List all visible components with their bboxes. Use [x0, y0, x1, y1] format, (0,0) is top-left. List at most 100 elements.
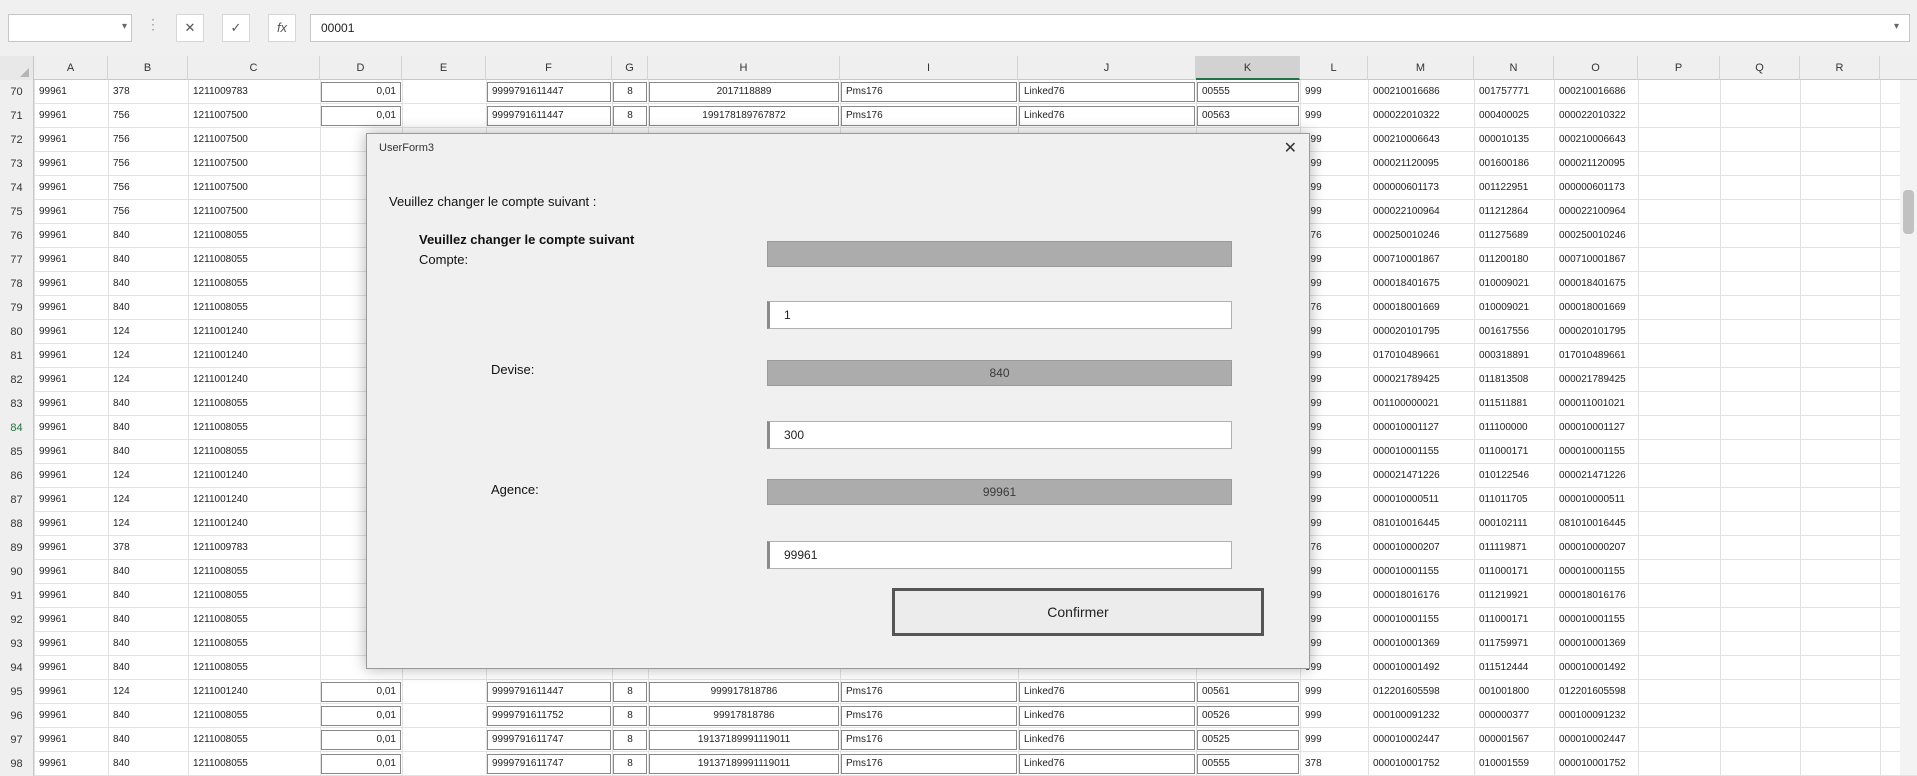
cell-i[interactable]: Pms176 [841, 730, 1017, 750]
cell-o[interactable]: 000250010246 [1555, 224, 1637, 248]
cell-m[interactable]: 000000601173 [1369, 176, 1473, 200]
column-header-c[interactable]: C [188, 56, 320, 80]
formula-input[interactable]: 00001 ▾ [310, 14, 1910, 42]
cell-c[interactable]: 1211008055 [189, 584, 319, 608]
cell-a[interactable]: 99961 [35, 728, 107, 752]
cell-n[interactable]: 000001567 [1475, 728, 1553, 752]
cell-a[interactable]: 99961 [35, 200, 107, 224]
cell-k[interactable]: 00555 [1197, 754, 1299, 774]
cell-b[interactable]: 840 [109, 584, 187, 608]
row-header[interactable]: 98 [0, 752, 34, 776]
column-header-n[interactable]: N [1474, 56, 1554, 80]
cell-m[interactable]: 000022100964 [1369, 200, 1473, 224]
cell-h[interactable]: 19137189991119011 [649, 730, 839, 750]
scrollbar-thumb[interactable] [1903, 190, 1914, 234]
cell-l[interactable]: 999 [1301, 248, 1367, 272]
cell-b[interactable]: 378 [109, 536, 187, 560]
cell-b[interactable]: 124 [109, 488, 187, 512]
chevron-down-icon[interactable]: ▾ [122, 21, 127, 32]
cell-d[interactable]: 0,01 [321, 706, 401, 726]
cell-l[interactable]: 999 [1301, 440, 1367, 464]
cell-c[interactable]: 1211008055 [189, 656, 319, 680]
cell-j[interactable]: Linked76 [1019, 754, 1195, 774]
cell-o[interactable]: 000710001867 [1555, 248, 1637, 272]
cell-i[interactable]: Pms176 [841, 754, 1017, 774]
cell-d[interactable]: 0,01 [321, 682, 401, 702]
cell-b[interactable]: 840 [109, 728, 187, 752]
cell-m[interactable]: 000010001155 [1369, 608, 1473, 632]
cell-b[interactable]: 124 [109, 512, 187, 536]
cell-c[interactable]: 1211001240 [189, 512, 319, 536]
cell-m[interactable]: 000022010322 [1369, 104, 1473, 128]
row-header[interactable]: 93 [0, 632, 34, 656]
cell-f[interactable]: 9999791611447 [487, 682, 611, 702]
cell-l[interactable]: 376 [1301, 224, 1367, 248]
cell-o[interactable]: 012201605598 [1555, 680, 1637, 704]
cell-i[interactable]: Pms176 [841, 682, 1017, 702]
cell-h[interactable]: 19137189991119011 [649, 754, 839, 774]
row-header[interactable]: 73 [0, 152, 34, 176]
cell-b[interactable]: 124 [109, 320, 187, 344]
row-header[interactable]: 71 [0, 104, 34, 128]
cell-f[interactable]: 9999791611447 [487, 106, 611, 126]
row-header[interactable]: 77 [0, 248, 34, 272]
vertical-scrollbar[interactable] [1900, 80, 1917, 775]
row-header[interactable]: 87 [0, 488, 34, 512]
column-header-h[interactable]: H [648, 56, 840, 80]
name-box[interactable]: ▾ [8, 14, 132, 42]
column-header-g[interactable]: G [612, 56, 648, 80]
cell-g[interactable]: 8 [613, 706, 647, 726]
cell-m[interactable]: 000018016176 [1369, 584, 1473, 608]
cell-j[interactable]: Linked76 [1019, 706, 1195, 726]
cell-a[interactable]: 99961 [35, 632, 107, 656]
row-header[interactable]: 91 [0, 584, 34, 608]
cell-n[interactable]: 011100000 [1475, 416, 1553, 440]
row-header[interactable]: 70 [0, 80, 34, 104]
cell-c[interactable]: 1211007500 [189, 152, 319, 176]
cell-b[interactable]: 756 [109, 152, 187, 176]
cell-a[interactable]: 99961 [35, 560, 107, 584]
cell-c[interactable]: 1211008055 [189, 632, 319, 656]
cell-n[interactable]: 001122951 [1475, 176, 1553, 200]
cell-l[interactable]: 376 [1301, 536, 1367, 560]
cell-n[interactable]: 011000171 [1475, 608, 1553, 632]
row-header[interactable]: 83 [0, 392, 34, 416]
row-header[interactable]: 75 [0, 200, 34, 224]
row-header[interactable]: 79 [0, 296, 34, 320]
cell-c[interactable]: 1211008055 [189, 440, 319, 464]
cell-m[interactable]: 000100091232 [1369, 704, 1473, 728]
column-header-i[interactable]: I [840, 56, 1018, 80]
cell-k[interactable]: 00526 [1197, 706, 1299, 726]
cell-m[interactable]: 000021471226 [1369, 464, 1473, 488]
cell-o[interactable]: 000021789425 [1555, 368, 1637, 392]
cell-a[interactable]: 99961 [35, 344, 107, 368]
cell-b[interactable]: 124 [109, 680, 187, 704]
cell-l[interactable]: 999 [1301, 704, 1367, 728]
cell-a[interactable]: 99961 [35, 248, 107, 272]
cell-a[interactable]: 99961 [35, 488, 107, 512]
cell-k[interactable]: 00555 [1197, 82, 1299, 102]
cell-b[interactable]: 756 [109, 104, 187, 128]
cell-l[interactable]: 999 [1301, 320, 1367, 344]
column-header-f[interactable]: F [486, 56, 612, 80]
cell-o[interactable]: 000010001155 [1555, 440, 1637, 464]
cell-a[interactable]: 99961 [35, 680, 107, 704]
cell-b[interactable]: 124 [109, 344, 187, 368]
cell-l[interactable]: 999 [1301, 272, 1367, 296]
cell-i[interactable]: Pms176 [841, 706, 1017, 726]
cell-m[interactable]: 000010001127 [1369, 416, 1473, 440]
cell-o[interactable]: 000010000207 [1555, 536, 1637, 560]
cell-n[interactable]: 000318891 [1475, 344, 1553, 368]
cell-m[interactable]: 000210016686 [1369, 80, 1473, 104]
cell-o[interactable]: 000000601173 [1555, 176, 1637, 200]
cell-c[interactable]: 1211008055 [189, 248, 319, 272]
cell-l[interactable]: 999 [1301, 152, 1367, 176]
column-header-m[interactable]: M [1368, 56, 1474, 80]
column-header-o[interactable]: O [1554, 56, 1638, 80]
cell-o[interactable]: 000011001021 [1555, 392, 1637, 416]
cell-c[interactable]: 1211009783 [189, 536, 319, 560]
cell-b[interactable]: 840 [109, 440, 187, 464]
cell-c[interactable]: 1211001240 [189, 344, 319, 368]
cell-l[interactable]: 999 [1301, 728, 1367, 752]
cell-n[interactable]: 000102111 [1475, 512, 1553, 536]
